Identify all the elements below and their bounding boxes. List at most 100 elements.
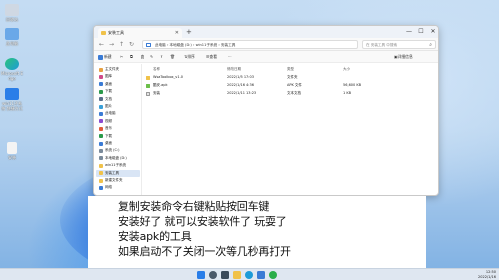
- sidebar-item-label: 图库: [105, 74, 112, 79]
- file-explorer-icon[interactable]: [233, 271, 241, 279]
- sidebar-item-label: 此电脑: [105, 111, 116, 116]
- start-icon[interactable]: [197, 271, 205, 279]
- store-icon[interactable]: [257, 271, 265, 279]
- close-button[interactable]: ✕: [427, 26, 438, 38]
- share-icon[interactable]: ⇪: [160, 53, 163, 61]
- file-size: 56,600 KB: [343, 83, 362, 87]
- delete-icon[interactable]: 🗑︎: [170, 53, 175, 61]
- sidebar-item[interactable]: 文档: [96, 96, 140, 103]
- desktop-icon-label: 此电脑: [6, 41, 18, 46]
- paste-icon[interactable]: 📋︎: [140, 53, 145, 61]
- breadcrumb-item[interactable]: 此电脑: [155, 43, 166, 47]
- sidebar-item[interactable]: 主文件夹: [96, 66, 140, 73]
- maximize-button[interactable]: ☐: [415, 26, 427, 38]
- column-header-name[interactable]: 名称: [153, 66, 160, 72]
- edge-icon: [5, 58, 19, 70]
- sidebar-item[interactable]: 下载: [96, 88, 140, 95]
- sidebar-item[interactable]: 网络: [96, 184, 140, 191]
- search-icon: ⌕: [429, 42, 432, 48]
- column-header-date[interactable]: 修改日期: [227, 66, 241, 72]
- back-arrow-icon[interactable]: ←: [97, 40, 106, 49]
- sidebar-item[interactable]: win11子系统: [96, 162, 140, 169]
- sidebar-item[interactable]: 此电脑: [96, 110, 140, 117]
- file-date: 2022/1/11 13:23: [227, 91, 257, 95]
- column-header-size[interactable]: 大小: [343, 66, 350, 72]
- sidebar-item-icon: [99, 134, 103, 139]
- sidebar-item[interactable]: 桌面: [96, 140, 140, 147]
- copy-icon[interactable]: ⧉: [130, 53, 133, 61]
- file-date: 2022/1/5 17:03: [227, 75, 254, 79]
- rename-icon[interactable]: ✎: [150, 53, 153, 61]
- search-input[interactable]: 在 安装工具 中搜索 ⌕: [362, 40, 436, 49]
- navigation-bar: ← → ↑ ↻ 此电脑 › 本地磁盘 (D:) › win11子系统 › 安装工…: [94, 38, 438, 51]
- new-button[interactable]: 新建: [98, 53, 112, 61]
- view-button[interactable]: ☰查看: [206, 53, 217, 61]
- sidebar-item[interactable]: 安装工具: [96, 169, 140, 177]
- desktop-icon-edge-app[interactable]: Microsoft Edge: [1, 58, 23, 81]
- file-row[interactable]: 安装 2022/1/11 13:23 文本文档 1 KB: [145, 90, 371, 97]
- file-name: 安装: [153, 91, 160, 95]
- refresh-icon[interactable]: ↻: [127, 40, 136, 49]
- sidebar-item-label: 图片: [105, 104, 112, 108]
- subtitle-line: 安装好了 就可以安装软件了 玩耍了: [118, 215, 287, 228]
- tab-title: 安装工具: [108, 30, 124, 35]
- file-date: 2022/1/16 4:36: [227, 83, 254, 87]
- file-row[interactable]: WsaToolbox_v1.0 2022/1/5 17:03 文件夹: [145, 74, 371, 81]
- desktop-icon-label: win11子系统 快捷方式: [1, 101, 23, 111]
- sidebar-item[interactable]: 视频: [96, 118, 140, 125]
- desktop-icon-label: Microsoft Edge: [1, 71, 24, 81]
- desktop-icon-label: 安装: [8, 155, 16, 160]
- forward-arrow-icon[interactable]: →: [107, 40, 116, 49]
- clock-date: 2022/1/16: [478, 275, 496, 279]
- sidebar-item-icon: [99, 148, 103, 153]
- file-type: 文本文档: [287, 91, 301, 95]
- desktop-icon-shortcut[interactable]: win11子系统 快捷方式: [1, 88, 23, 111]
- cut-icon[interactable]: ✂: [120, 53, 123, 61]
- wechat-icon[interactable]: [269, 271, 277, 279]
- sidebar-item-label: 文档: [105, 96, 112, 101]
- breadcrumb-item[interactable]: win11子系统: [196, 43, 218, 47]
- sidebar-item[interactable]: 系统 (C:): [96, 147, 140, 154]
- more-options-button[interactable]: ···: [228, 53, 232, 61]
- tab-close-icon[interactable]: ✕: [175, 28, 179, 38]
- sidebar-item-label: win11子系统: [105, 163, 127, 168]
- search-icon[interactable]: [209, 271, 217, 279]
- sidebar-item[interactable]: 桌面: [96, 81, 140, 88]
- breadcrumb-item[interactable]: 本地磁盘 (D:): [170, 43, 192, 47]
- sidebar-item-icon: [99, 97, 103, 102]
- sidebar-item[interactable]: 图片: [96, 103, 140, 110]
- file-row[interactable]: 酷安.apk 2022/1/16 4:36 APK 文件 56,600 KB: [145, 82, 371, 89]
- sidebar-item[interactable]: 下载: [96, 133, 140, 140]
- sidebar-item-icon: [99, 74, 103, 79]
- sidebar-item-label: 主文件夹: [105, 67, 119, 71]
- desktop-icon-this-pc[interactable]: 此电脑: [1, 28, 23, 46]
- clock[interactable]: 12:50 2022/1/16: [462, 270, 496, 280]
- column-header-type[interactable]: 类型: [287, 66, 294, 72]
- sidebar-item-icon: [99, 104, 103, 109]
- breadcrumb-item[interactable]: 安装工具: [221, 43, 235, 47]
- up-arrow-icon[interactable]: ↑: [117, 40, 126, 49]
- new-tab-button[interactable]: +: [186, 27, 192, 37]
- sidebar-item[interactable]: 图库: [96, 73, 140, 80]
- sidebar-item[interactable]: 新建文件夹: [96, 177, 140, 184]
- file-explorer-window: 安装工具 ✕ + — ☐ ✕ ← → ↑ ↻ 此电脑 › 本地磁盘 (D:) ›…: [93, 25, 439, 196]
- sort-button[interactable]: ⇅排序: [184, 53, 195, 61]
- sidebar-item-label: 新建文件夹: [105, 178, 123, 182]
- task-view-icon[interactable]: [221, 271, 229, 279]
- sidebar-item-icon: [99, 185, 103, 190]
- this-pc-icon: [5, 28, 19, 40]
- sidebar-item-label: 安装工具: [105, 170, 119, 175]
- desktop-icon-recycle-bin[interactable]: 回收站: [1, 4, 23, 22]
- tab-install-tools[interactable]: 安装工具 ✕: [98, 28, 182, 38]
- subtitle-line: 复制安装命令右键粘贴按回车键: [118, 200, 270, 213]
- recycle-bin-icon: [5, 4, 19, 16]
- tab-bar: 安装工具 ✕ + — ☐ ✕: [94, 26, 438, 38]
- sidebar-item[interactable]: 本地磁盘 (D:): [96, 155, 140, 162]
- address-bar[interactable]: 此电脑 › 本地磁盘 (D:) › win11子系统 › 安装工具: [142, 40, 358, 49]
- edge-icon[interactable]: [245, 271, 253, 279]
- sidebar-item[interactable]: 音乐: [96, 125, 140, 132]
- minimize-button[interactable]: —: [403, 26, 415, 38]
- desktop-icon-text-file[interactable]: 安装: [1, 142, 23, 160]
- details-button[interactable]: ▣详细信息: [394, 53, 413, 61]
- subtitle-line: 如果启动不了关闭一次等几秒再打开: [118, 245, 291, 258]
